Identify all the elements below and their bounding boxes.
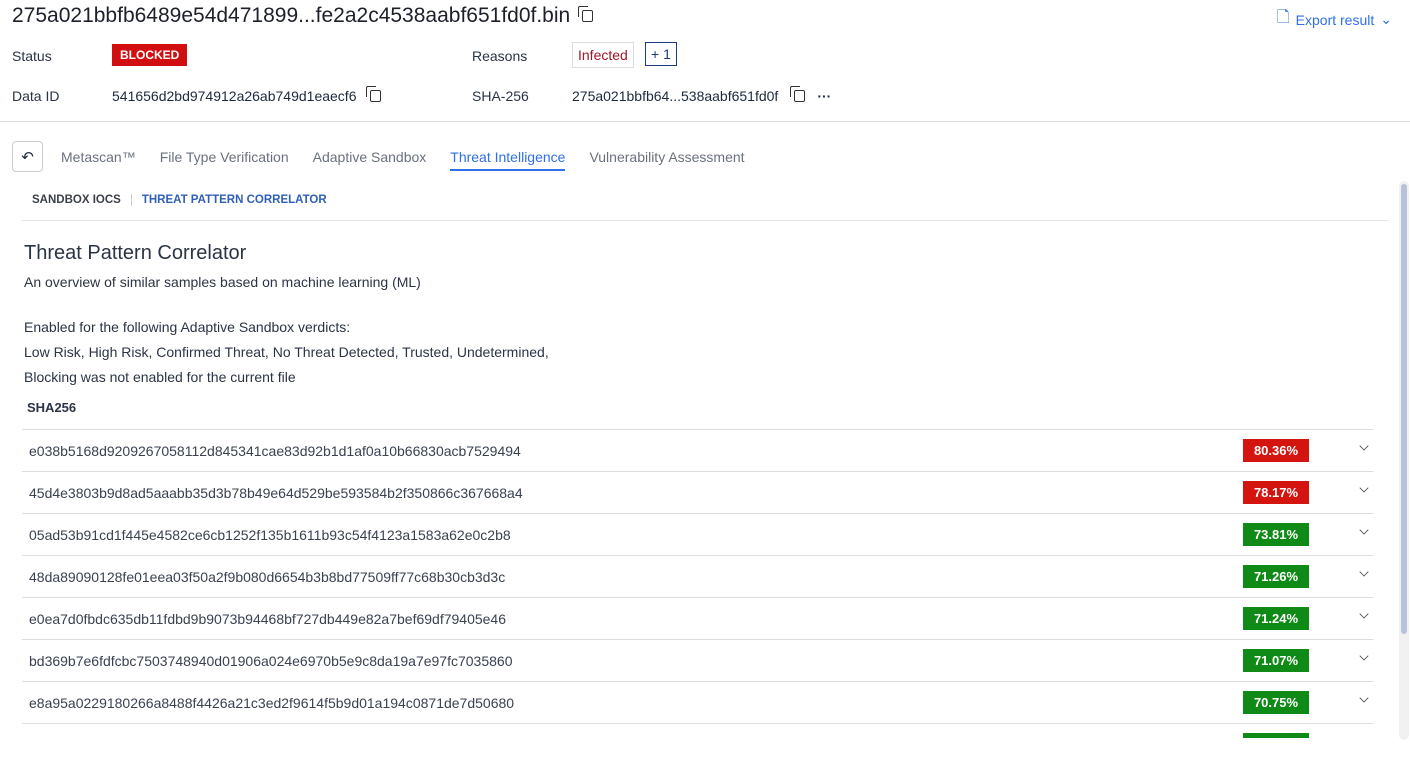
sample-sha256: e0ea7d0fbdc635db11fdbd9b9073b94468bf727d… <box>29 611 507 627</box>
sample-sha256: 45d4e3803b9d8ad5aaabb35d3b78b49e64d529be… <box>29 485 523 501</box>
status-label: Status <box>12 48 52 64</box>
more-reasons-button[interactable]: + 1 <box>645 42 677 66</box>
similarity-badge <box>1243 733 1309 738</box>
similarity-badge: 71.24% <box>1243 607 1309 630</box>
blocking-note: Blocking was not enabled for the current… <box>24 369 296 385</box>
section-description: An overview of similar samples based on … <box>24 274 421 290</box>
data-id-label: Data ID <box>12 88 60 104</box>
tab-file-type-verification[interactable]: File Type Verification <box>160 149 289 171</box>
table-row[interactable]: 45d4e3803b9d8ad5aaabb35d3b78b49e64d529be… <box>22 472 1373 514</box>
table-row[interactable]: bd369b7e6fdfcbc7503748940d01906a024e6970… <box>22 640 1373 682</box>
data-id: 541656d2bd974912a26ab749d1eaecf6 <box>112 86 382 104</box>
file-export-icon: 🗋 <box>1276 9 1290 26</box>
reason-badge: Infected <box>572 42 634 68</box>
verdicts-list: Low Risk, High Risk, Confirmed Threat, N… <box>24 344 549 360</box>
chevron-down-icon[interactable] <box>1359 525 1369 535</box>
scrollbar-thumb[interactable] <box>1401 184 1407 634</box>
column-header-sha256: SHA256 <box>27 400 77 415</box>
chevron-down-icon: ⌄ <box>1380 11 1392 27</box>
tab-bar: Metascan™ File Type Verification Adaptiv… <box>61 149 745 171</box>
file-name: 275a021bbfb6489e54d471899...fe2a2c4538aa… <box>12 4 571 27</box>
chevron-down-icon[interactable] <box>1359 693 1369 703</box>
sha-label: SHA-256 <box>472 88 529 104</box>
chevron-down-icon[interactable] <box>1359 483 1369 493</box>
chevron-down-icon[interactable] <box>1359 441 1369 451</box>
status-badge: BLOCKED <box>112 44 188 66</box>
divider <box>0 121 1410 122</box>
subtab-threat-pattern-correlator[interactable]: THREAT PATTERN CORRELATOR <box>132 194 327 206</box>
tab-metascan[interactable]: Metascan™ <box>61 149 136 171</box>
undo-icon: ↶ <box>21 148 34 166</box>
data-id-value: 541656d2bd974912a26ab749d1eaecf6 <box>112 88 357 104</box>
sample-sha256: 05ad53b91cd1f445e4582ce6cb1252f135b1611b… <box>29 527 511 543</box>
export-result-button[interactable]: 🗋 Export result ⌄ <box>1277 6 1392 33</box>
copy-icon[interactable] <box>578 6 594 22</box>
verdicts-intro: Enabled for the following Adaptive Sandb… <box>24 319 351 335</box>
table-row[interactable]: 05ad53b91cd1f445e4582ce6cb1252f135b1611b… <box>22 514 1373 556</box>
sample-sha256: e8a95a0229180266a8488f4426a21c3ed2f9614f… <box>29 695 515 711</box>
file-title: 275a021bbfb6489e54d471899...fe2a2c4538aa… <box>12 4 594 28</box>
export-label: Export result <box>1295 11 1375 28</box>
similarity-badge: 70.75% <box>1243 691 1309 714</box>
back-button[interactable]: ↶ <box>12 141 43 172</box>
chevron-down-icon[interactable] <box>1359 651 1369 661</box>
table-row[interactable]: e8a95a0229180266a8488f4426a21c3ed2f9614f… <box>22 682 1373 724</box>
similarity-badge: 73.81% <box>1243 523 1309 546</box>
sample-sha256: e038b5168d9209267058112d845341cae83d92b1… <box>29 443 521 459</box>
subtab-sandbox-iocs[interactable]: SANDBOX IOCS <box>32 194 132 206</box>
reasons-label: Reasons <box>472 48 528 64</box>
subtab-bar: SANDBOX IOCS THREAT PATTERN CORRELATOR <box>32 194 327 206</box>
similarity-badge: 71.07% <box>1243 649 1309 672</box>
sha-value: 275a021bbfb64...538aabf651fd0f <box>572 88 779 104</box>
tab-vulnerability-assessment[interactable]: Vulnerability Assessment <box>589 149 744 171</box>
sample-sha256: bd369b7e6fdfcbc7503748940d01906a024e6970… <box>29 653 513 669</box>
divider <box>22 220 1388 221</box>
similar-samples-table: e038b5168d9209267058112d845341cae83d92b1… <box>22 429 1373 738</box>
similarity-badge: 78.17% <box>1243 481 1309 504</box>
tab-adaptive-sandbox[interactable]: Adaptive Sandbox <box>313 149 427 171</box>
table-row[interactable] <box>22 724 1373 738</box>
copy-icon[interactable] <box>366 86 382 102</box>
scrollbar[interactable] <box>1399 181 1409 740</box>
tab-threat-intelligence[interactable]: Threat Intelligence <box>450 149 566 171</box>
section-title: Threat Pattern Correlator <box>24 242 247 264</box>
sha-value-group: 275a021bbfb64...538aabf651fd0f ··· <box>572 86 831 104</box>
more-icon[interactable]: ··· <box>817 88 831 104</box>
similarity-badge: 80.36% <box>1243 439 1309 462</box>
table-row[interactable]: e038b5168d9209267058112d845341cae83d92b1… <box>22 430 1373 472</box>
copy-icon[interactable] <box>790 86 806 102</box>
similarity-badge: 71.26% <box>1243 565 1309 588</box>
chevron-down-icon[interactable] <box>1359 609 1369 619</box>
chevron-down-icon[interactable] <box>1359 567 1369 577</box>
table-row[interactable]: e0ea7d0fbdc635db11fdbd9b9073b94468bf727d… <box>22 598 1373 640</box>
table-row[interactable]: 48da89090128fe01eea03f50a2f9b080d6654b3b… <box>22 556 1373 598</box>
sample-sha256: 48da89090128fe01eea03f50a2f9b080d6654b3b… <box>29 569 506 585</box>
